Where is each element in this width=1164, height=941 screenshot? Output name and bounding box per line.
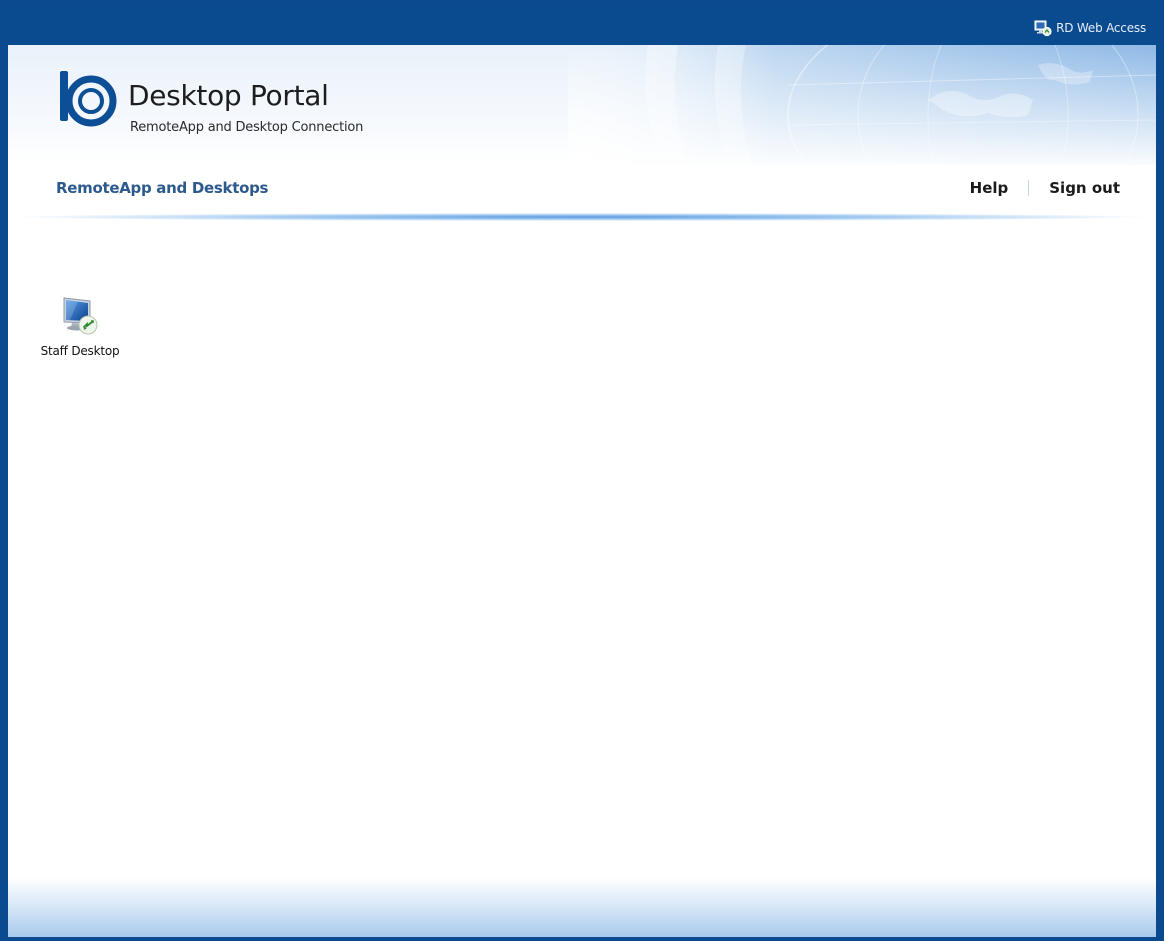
nav-underline <box>22 213 1142 221</box>
page: RD Web Access Desktop Portal RemoteApp a… <box>8 8 1156 937</box>
help-link[interactable]: Help <box>970 179 1009 197</box>
nav-links: Help Sign out <box>970 179 1120 197</box>
rd-web-access-label: RD Web Access <box>1056 21 1146 35</box>
resource-tile-label: Staff Desktop <box>40 344 120 358</box>
globe-artwork <box>568 45 1156 165</box>
page-subtitle: RemoteApp and Desktop Connection <box>130 120 364 135</box>
rd-web-access-link[interactable]: RD Web Access <box>1034 19 1146 37</box>
rd-web-access-icon <box>1034 20 1052 37</box>
nav-bar: RemoteApp and Desktops Help Sign out <box>8 165 1156 215</box>
sign-out-link[interactable]: Sign out <box>1049 179 1120 197</box>
tab-remoteapp-and-desktops[interactable]: RemoteApp and Desktops <box>56 179 268 197</box>
resource-tile-staff-desktop[interactable]: Staff Desktop <box>30 292 130 358</box>
nav-divider <box>1028 180 1030 196</box>
window-frame: RD Web Access Desktop Portal RemoteApp a… <box>0 0 1164 941</box>
remote-desktop-icon <box>63 297 98 335</box>
page-title: Desktop Portal <box>128 79 329 112</box>
portal-logo-icon <box>60 71 117 127</box>
banner: Desktop Portal RemoteApp and Desktop Con… <box>8 45 1156 165</box>
footer-gradient <box>8 877 1156 937</box>
top-bar: RD Web Access <box>8 8 1156 45</box>
